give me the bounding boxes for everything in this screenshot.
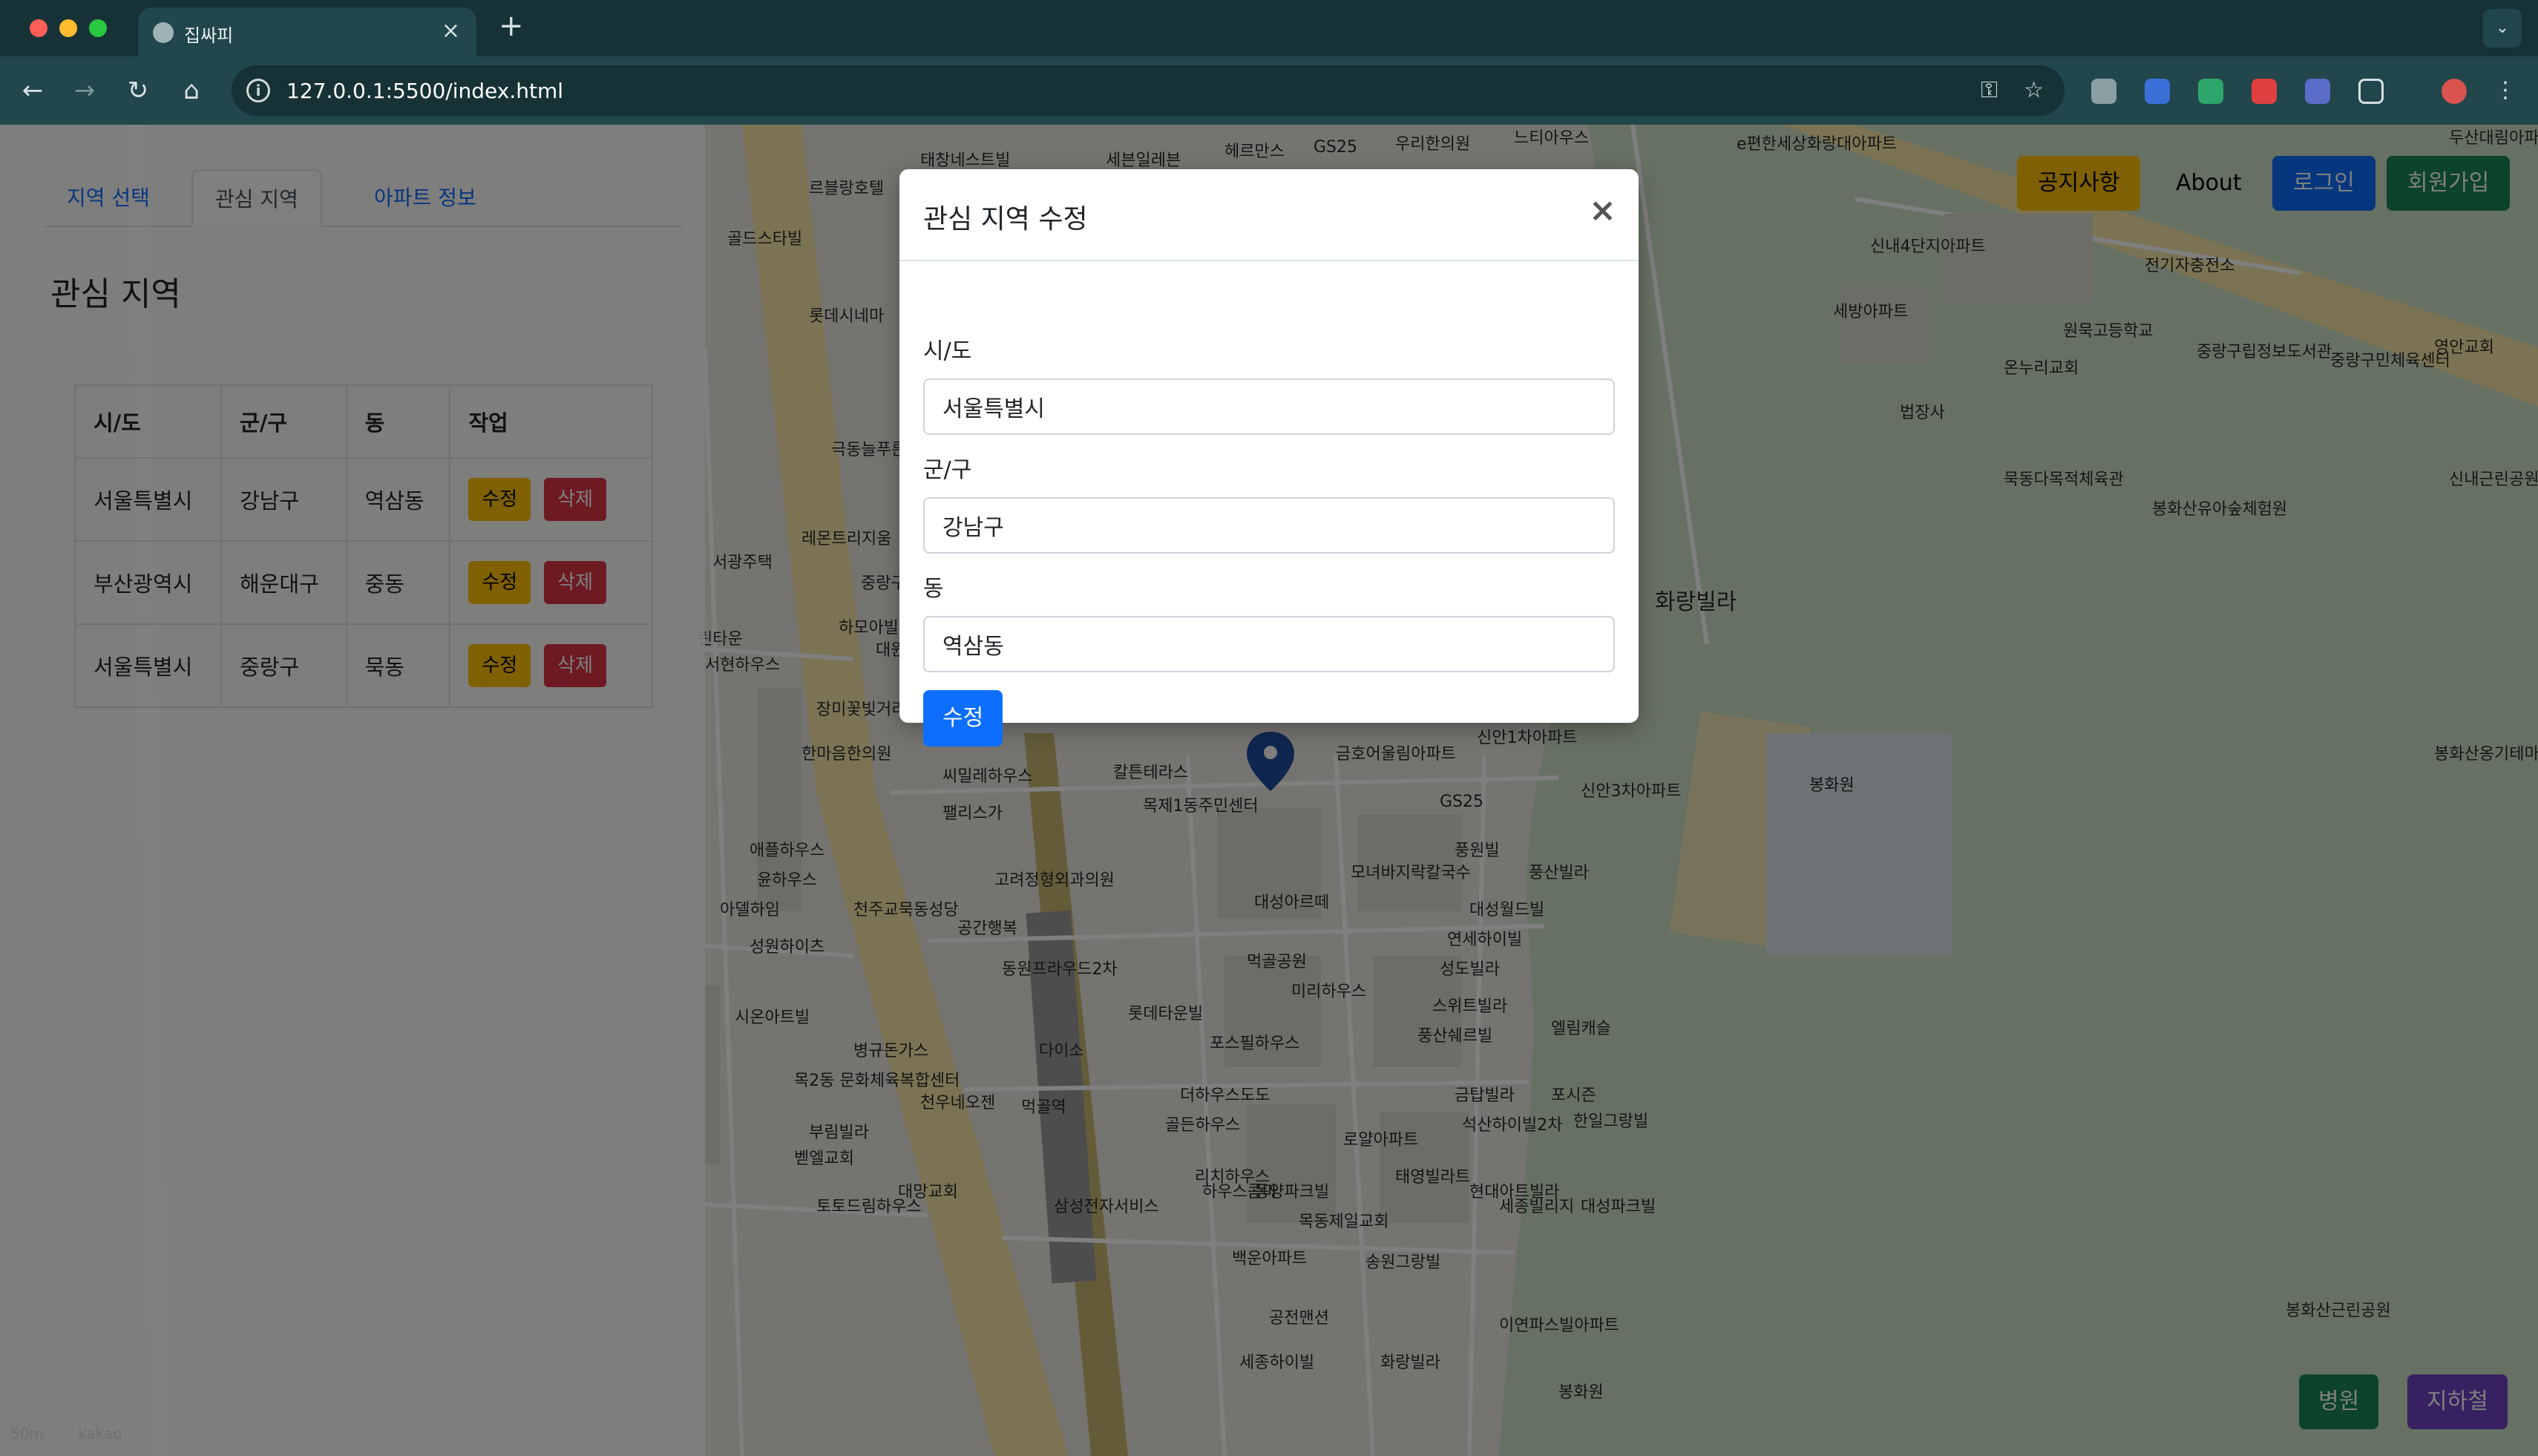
forward-arrow-icon[interactable]: → (67, 73, 102, 108)
record-extension-icon[interactable] (2252, 79, 2277, 104)
close-icon[interactable]: × (1589, 191, 1616, 229)
modal-title: 관심 지역 수정 (923, 204, 1088, 235)
minimize-window-button[interactable] (59, 19, 77, 37)
close-window-button[interactable] (30, 19, 47, 37)
maximize-window-button[interactable] (89, 19, 107, 37)
bookmark-star-icon[interactable]: ☆ (2024, 77, 2044, 103)
globe-icon (153, 22, 174, 43)
camera-extension-icon[interactable] (2091, 79, 2116, 104)
browser-tab[interactable]: 집싸피 × (138, 7, 476, 56)
web-page: 태창네스트빌세븐일레븐헤르만스GS25우리한의원르블랑호텔골드스타빌롯데시네마극… (0, 125, 2538, 1456)
more-menu-icon[interactable]: ⋮ (2488, 73, 2523, 108)
sido-input[interactable] (923, 378, 1615, 435)
green-extension-icon[interactable] (2198, 79, 2223, 104)
extensions-puzzle-icon[interactable] (2358, 79, 2384, 104)
submit-edit-button[interactable]: 수정 (923, 690, 1003, 747)
gugun-label: 군/구 (923, 457, 972, 483)
code-extension-icon[interactable] (2305, 79, 2330, 104)
gugun-input[interactable] (923, 497, 1615, 554)
url-text[interactable]: 127.0.0.1:5500/index.html (286, 79, 563, 103)
password-key-icon[interactable]: ⚿ (1981, 77, 1998, 103)
edit-region-modal: 관심 지역 수정 × 시/도 군/구 동 수정 (899, 169, 1639, 747)
sido-label: 시/도 (923, 338, 972, 364)
dong-input[interactable] (923, 616, 1615, 672)
modal-header: 관심 지역 수정 × (899, 169, 1639, 261)
site-info-icon[interactable]: i (246, 79, 270, 102)
reload-icon[interactable]: ↻ (120, 73, 156, 108)
tab-search-chevron-icon[interactable]: ⌄ (2483, 9, 2522, 47)
tab-close-icon[interactable]: × (442, 18, 460, 44)
browser-titlebar: 집싸피 × + ⌄ (0, 0, 2538, 56)
new-tab-button[interactable]: + (499, 9, 524, 43)
browser-toolbar: ← → ↻ ⌂ i 127.0.0.1:5500/index.html ⚿ ☆ … (0, 56, 2538, 125)
back-arrow-icon[interactable]: ← (15, 73, 50, 108)
home-icon[interactable]: ⌂ (174, 73, 209, 108)
shield-extension-icon[interactable] (2145, 79, 2170, 104)
tab-title: 집싸피 (184, 25, 234, 46)
address-bar[interactable]: i 127.0.0.1:5500/index.html ⚿ ☆ (232, 65, 2065, 116)
dong-label: 동 (923, 576, 944, 602)
profile-avatar[interactable] (2442, 79, 2467, 104)
